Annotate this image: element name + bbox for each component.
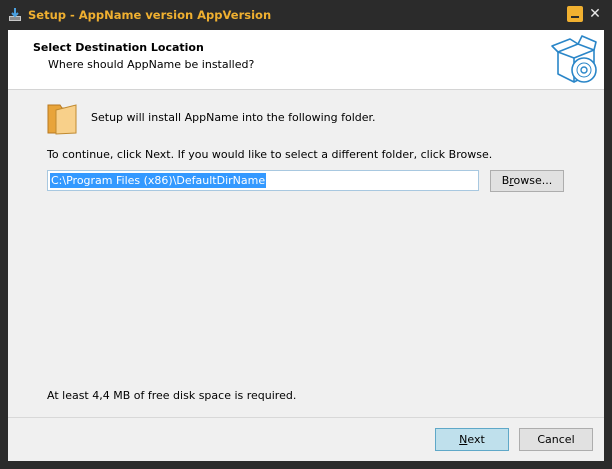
close-icon: ✕ [589, 6, 601, 22]
box-cd-icon [551, 35, 597, 83]
close-button[interactable]: ✕ [587, 6, 603, 22]
cancel-button[interactable]: Cancel [519, 428, 593, 451]
continue-instructions: To continue, click Next. If you would li… [47, 148, 493, 161]
wizard-page: Select Destination Location Where should… [8, 30, 604, 461]
setup-app-icon [9, 8, 21, 21]
cancel-label: Cancel [537, 433, 575, 446]
destination-path-value: C:\Program Files (x86)\DefaultDirName [50, 173, 267, 188]
minimize-button[interactable] [567, 6, 583, 22]
page-subtitle: Where should AppName be installed? [48, 58, 255, 71]
disk-space-requirement: At least 4,4 MB of free disk space is re… [47, 389, 297, 402]
window-title: Setup - AppName version AppVersion [28, 8, 272, 22]
title-bar[interactable]: Setup - AppName version AppVersion ✕ [0, 0, 612, 30]
page-title: Select Destination Location [33, 41, 204, 54]
setup-window: Setup - AppName version AppVersion ✕ Sel… [0, 0, 612, 469]
wizard-header: Select Destination Location Where should… [8, 30, 604, 90]
footer-divider [8, 417, 604, 418]
browse-button[interactable]: Browse... [490, 170, 564, 192]
next-button[interactable]: Next [435, 428, 509, 451]
destination-path-input[interactable]: C:\Program Files (x86)\DefaultDirName [47, 170, 479, 191]
folder-icon [47, 104, 77, 135]
install-description: Setup will install AppName into the foll… [91, 111, 376, 124]
browse-label-post: owse... [513, 174, 553, 187]
next-label-rest: ext [467, 433, 485, 446]
